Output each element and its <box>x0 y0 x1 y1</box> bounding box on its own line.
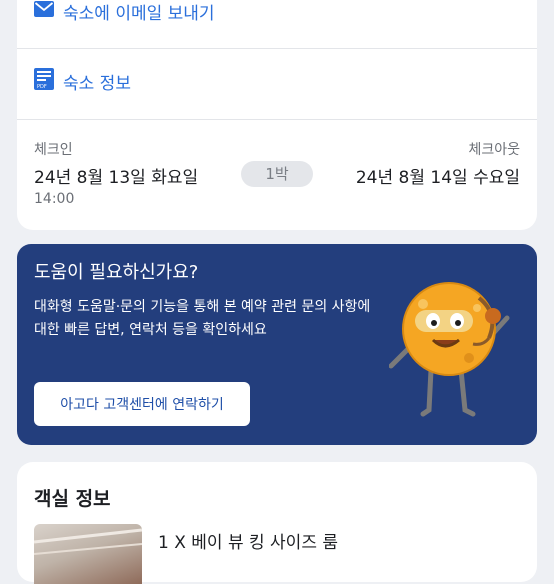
checkout-label: 체크아웃 <box>468 142 520 158</box>
divider <box>17 48 537 49</box>
room-name: 1 X 베이 뷰 킹 사이즈 룸 <box>158 533 339 553</box>
email-property-link[interactable]: 숙소에 이메일 보내기 <box>17 0 537 26</box>
room-info-card: 객실 정보 1 X 베이 뷰 킹 사이즈 룸 <box>17 462 537 584</box>
nights-badge: 1박 <box>241 161 313 187</box>
support-mascot-icon <box>389 282 510 417</box>
help-banner: 도움이 필요하신가요? 대화형 도움말·문의 기능을 통해 본 예약 관련 문의… <box>17 244 537 445</box>
checkin-label: 체크인 <box>34 142 73 158</box>
checkin-date: 24년 8월 13일 화요일 <box>34 168 199 188</box>
envelope-icon <box>34 0 54 22</box>
email-property-label: 숙소에 이메일 보내기 <box>63 3 215 24</box>
property-info-link[interactable]: PDF 숙소 정보 <box>17 66 537 96</box>
room-section-title: 객실 정보 <box>34 488 111 510</box>
pdf-badge-text: PDF <box>37 84 47 90</box>
help-description: 대화형 도움말·문의 기능을 통해 본 예약 관련 문의 사항에 대한 빠른 답… <box>34 299 371 338</box>
divider <box>17 119 537 120</box>
contact-support-button[interactable]: 아고다 고객센터에 연락하기 <box>34 382 250 426</box>
checkout-date: 24년 8월 14일 수요일 <box>355 168 520 188</box>
room-photo[interactable] <box>34 524 142 584</box>
pdf-document-icon: PDF <box>34 67 54 95</box>
checkin-time: 14:00 <box>34 191 75 207</box>
property-info-label: 숙소 정보 <box>63 73 131 94</box>
booking-details-card: 숙소에 이메일 보내기 PDF 숙소 정보 체크인 24년 8월 13일 화요일… <box>17 0 537 230</box>
help-title: 도움이 필요하신가요? <box>34 262 199 283</box>
